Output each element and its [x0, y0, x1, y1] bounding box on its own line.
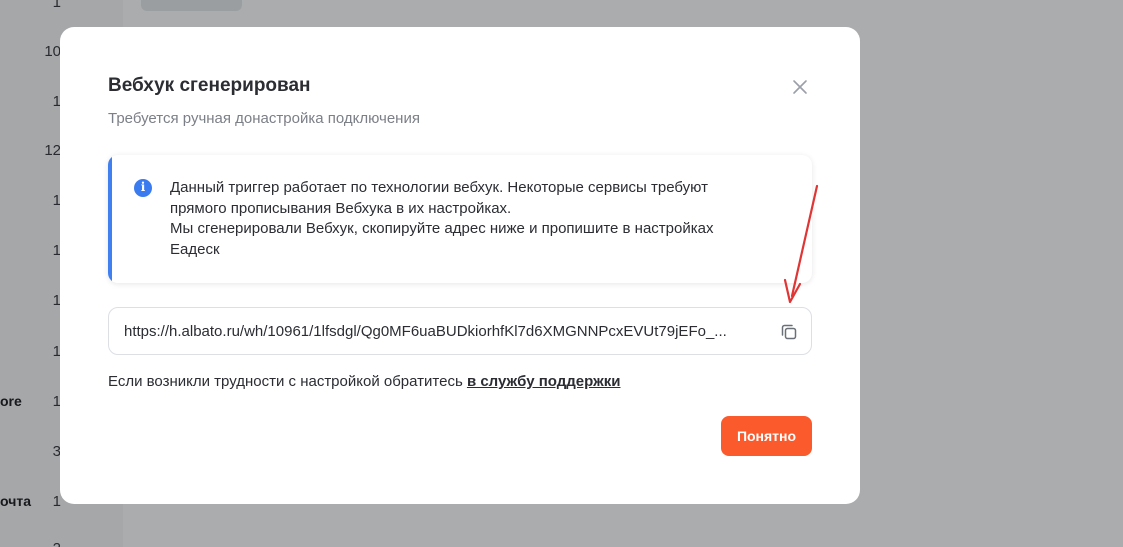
webhook-url-text[interactable]: https://h.albato.ru/wh/10961/1lfsdgl/Qg0…	[124, 323, 760, 340]
info-text-line: прямого прописывания Вебхука в их настро…	[170, 199, 512, 217]
info-text-line: Еадеск	[170, 240, 220, 258]
copy-icon[interactable]	[779, 322, 799, 342]
help-line: Если возникли трудности с настройкой обр…	[108, 373, 620, 390]
webhook-modal: Вебхук сгенерирован Требуется ручная дон…	[60, 27, 860, 504]
info-text-line: Мы сгенерировали Вебхук, скопируйте адре…	[170, 220, 714, 237]
ok-button[interactable]: Понятно	[721, 416, 812, 456]
info-text: Данный триггер работает по технологии ве…	[170, 178, 790, 260]
modal-title: Вебхук сгенерирован	[108, 75, 311, 96]
info-alert: i Данный триггер работает по технологии …	[108, 155, 812, 283]
annotation-arrow-icon	[783, 184, 819, 304]
support-link[interactable]: в службу поддержки	[467, 373, 621, 390]
info-text-line: Данный триггер работает по технологии ве…	[170, 179, 708, 196]
help-text: Если возникли трудности с настройкой обр…	[108, 373, 467, 390]
info-icon: i	[134, 179, 152, 197]
modal-subtitle: Требуется ручная донастройка подключения	[108, 110, 420, 127]
webhook-url-field[interactable]: https://h.albato.ru/wh/10961/1lfsdgl/Qg0…	[108, 307, 812, 355]
close-icon[interactable]	[790, 77, 810, 97]
